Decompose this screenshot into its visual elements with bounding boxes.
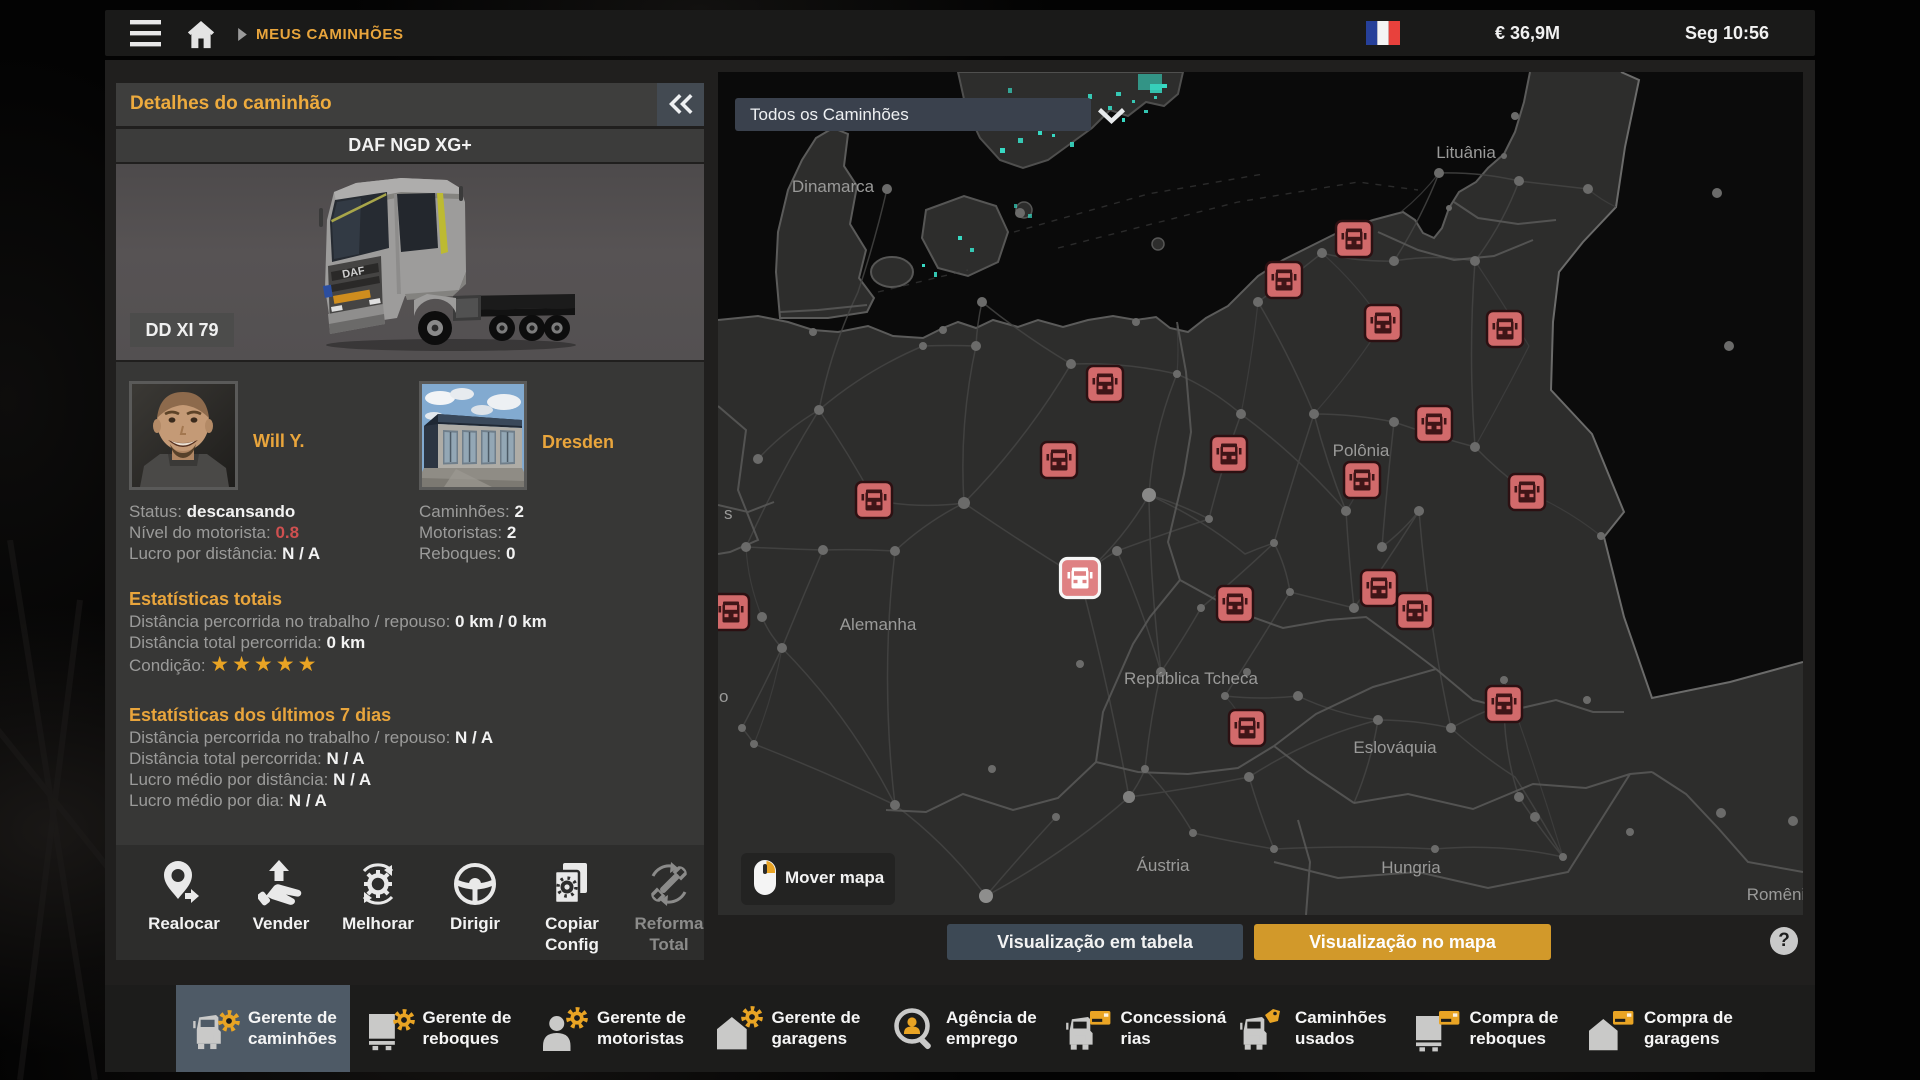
svg-text:o: o xyxy=(719,687,728,706)
svg-text:Romêni: Romêni xyxy=(1747,885,1803,904)
svg-text:Polônia: Polônia xyxy=(1333,441,1390,460)
svg-text:s: s xyxy=(724,504,733,523)
svg-text:Áustria: Áustria xyxy=(1137,856,1190,875)
svg-text:Alemanha: Alemanha xyxy=(840,615,917,634)
svg-text:Dinamarca: Dinamarca xyxy=(792,177,875,196)
svg-text:República Tcheca: República Tcheca xyxy=(1124,669,1258,688)
svg-text:Hungria: Hungria xyxy=(1381,858,1441,877)
svg-text:Eslováquia: Eslováquia xyxy=(1353,738,1437,757)
svg-text:Lituânia: Lituânia xyxy=(1436,143,1496,162)
